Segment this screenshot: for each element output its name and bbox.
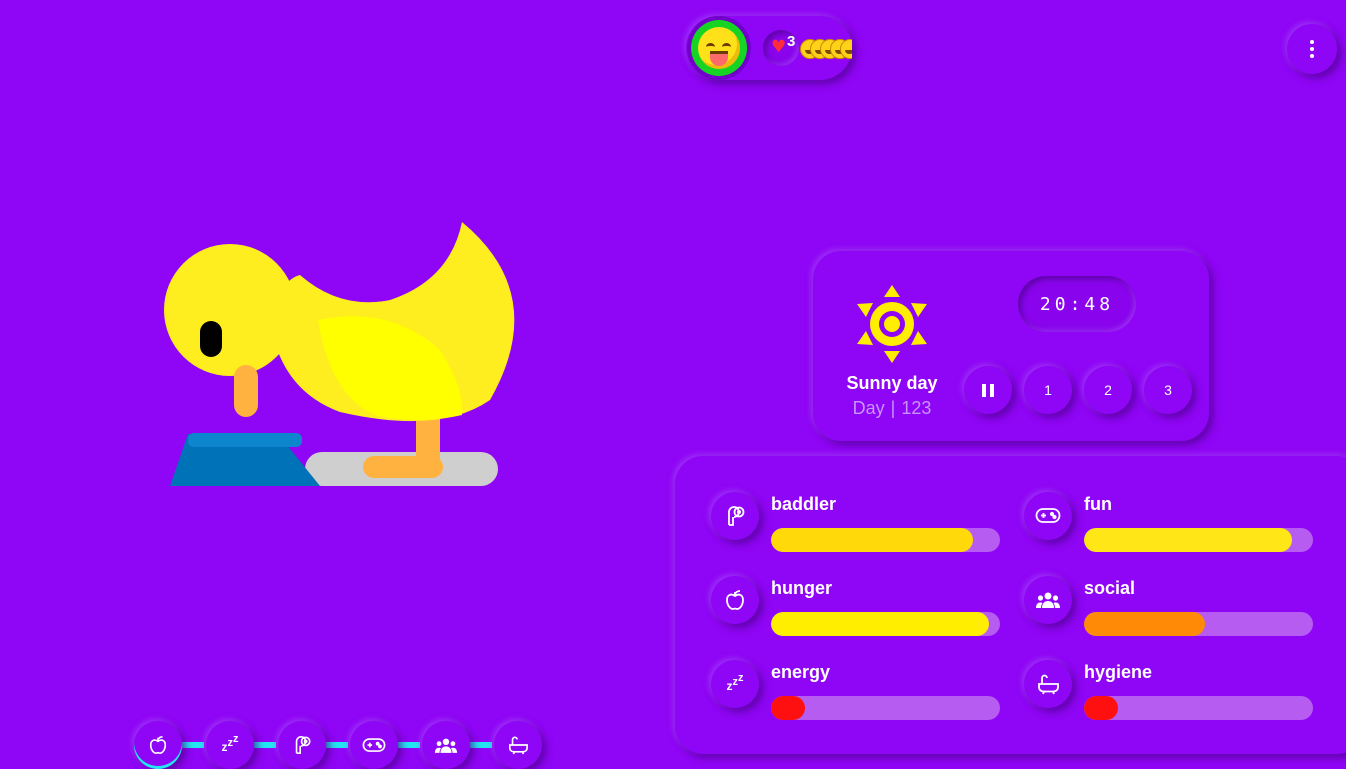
- pause-button[interactable]: [964, 366, 1012, 414]
- stat-fill-hygiene: [1084, 696, 1119, 720]
- toilet-paper-icon: [728, 506, 745, 526]
- stat-button-fun[interactable]: [1024, 492, 1072, 540]
- day-counter: Day | 123: [822, 398, 962, 419]
- grinning-tongue-face-icon: [698, 27, 740, 69]
- speed-2-button[interactable]: 2: [1084, 366, 1132, 414]
- day-number: 123: [901, 398, 932, 418]
- speed-label: 1: [1044, 382, 1052, 398]
- pet-scene: [164, 222, 515, 486]
- stat-bar-baddler: [771, 528, 1000, 552]
- stat-label-fun: fun: [1084, 494, 1112, 514]
- stat-fill-fun: [1084, 528, 1293, 552]
- gamepad-icon: [362, 737, 386, 752]
- sun-icon: [857, 285, 927, 363]
- stat-fill-social: [1084, 612, 1206, 636]
- stat-label-social: social: [1084, 578, 1136, 598]
- stat-label-hygiene: hygiene: [1084, 662, 1153, 682]
- mood-avatar[interactable]: [691, 20, 747, 76]
- stat-fill-energy: [771, 696, 806, 720]
- bathtub-icon: [1038, 674, 1059, 695]
- bathtub-icon: [509, 736, 528, 755]
- zzz-icon: zzz: [726, 672, 744, 693]
- stat-bar-fun: [1084, 528, 1313, 552]
- nav-social-button[interactable]: [422, 721, 470, 769]
- stat-bar-social: [1084, 612, 1313, 636]
- vertical-dots-icon: [1310, 40, 1314, 58]
- nav-fun-button[interactable]: [350, 721, 398, 769]
- game-clock: 20:48: [1018, 276, 1136, 332]
- stat-button-hunger[interactable]: [711, 576, 759, 624]
- stat-label-hunger: hunger: [771, 578, 832, 598]
- speed-3-button[interactable]: 3: [1144, 366, 1192, 414]
- speed-1-button[interactable]: 1: [1024, 366, 1072, 414]
- group-icon: [1036, 592, 1060, 608]
- nav-baddler-button[interactable]: [278, 721, 326, 769]
- weather-name: Sunny day: [846, 373, 938, 393]
- toilet-paper-icon: [295, 736, 311, 754]
- speed-label: 3: [1164, 382, 1172, 398]
- broken-heart-icon: ♥: [771, 37, 787, 57]
- zzz-icon: zzz: [221, 733, 239, 754]
- gamepad-icon: [1035, 508, 1061, 523]
- stat-button-baddler[interactable]: [711, 492, 759, 540]
- stat-bar-hunger: [771, 612, 1000, 636]
- stat-bar-energy: [771, 696, 1000, 720]
- speed-label: 2: [1104, 382, 1112, 398]
- clock-value: 20:48: [1039, 293, 1115, 315]
- face-emoji-row-icon: [800, 38, 852, 60]
- heart-count: 3: [787, 33, 796, 50]
- apple-icon: [726, 590, 744, 610]
- nav-hygiene-button[interactable]: [494, 721, 542, 769]
- food-tray: [170, 433, 498, 486]
- nav-hunger-button[interactable]: [134, 721, 182, 769]
- menu-button[interactable]: [1287, 24, 1337, 74]
- stat-button-energy[interactable]: zzz: [711, 660, 759, 708]
- stat-fill-baddler: [771, 528, 973, 552]
- stat-fill-hunger: [771, 612, 989, 636]
- stat-button-hygiene[interactable]: [1024, 660, 1072, 708]
- stat-button-social[interactable]: [1024, 576, 1072, 624]
- group-icon: [434, 738, 458, 753]
- apple-icon: [149, 736, 167, 755]
- pause-icon: [982, 383, 994, 397]
- day-label: Day: [852, 398, 885, 418]
- stat-label-energy: energy: [771, 662, 831, 682]
- day-separator: |: [890, 398, 896, 418]
- stat-bar-hygiene: [1084, 696, 1313, 720]
- nav-energy-button[interactable]: zzz: [206, 721, 254, 769]
- stat-label-baddler: baddler: [771, 494, 837, 514]
